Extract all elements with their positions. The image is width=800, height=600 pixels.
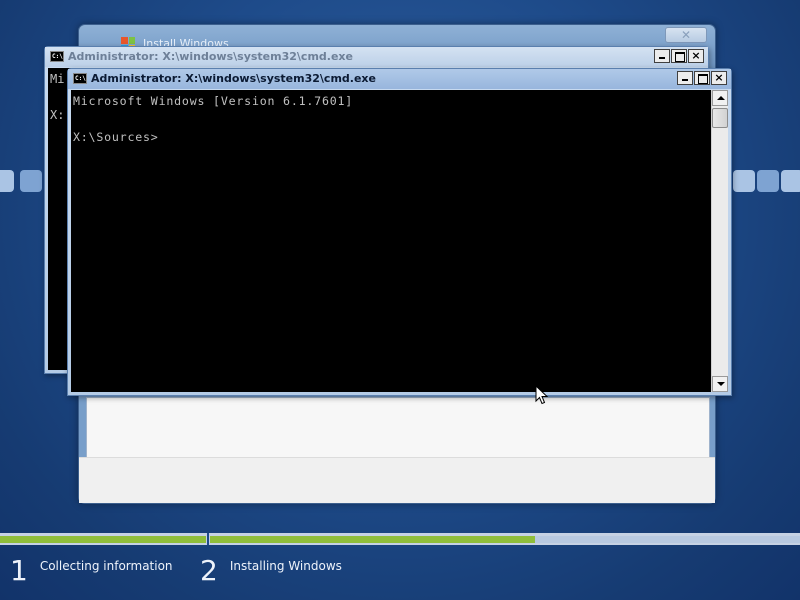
- minimize-button[interactable]: [677, 71, 693, 85]
- setup-progress-bar: [0, 533, 800, 545]
- decorative-square: [733, 170, 755, 192]
- console-area[interactable]: Microsoft Windows [Version 6.1.7601] X:\…: [71, 90, 728, 392]
- step-number: 2: [200, 554, 218, 587]
- close-button[interactable]: ✕: [665, 27, 707, 43]
- mouse-cursor-icon: [535, 385, 549, 405]
- step-label: Collecting information: [39, 559, 173, 573]
- step-collecting-information: 1 Collecting information: [10, 556, 173, 586]
- step-label: Installing Windows: [229, 559, 342, 573]
- scroll-down-icon[interactable]: [712, 376, 728, 392]
- cmd-titlebar[interactable]: C:\. Administrator: X:\windows\system32\…: [45, 47, 708, 67]
- decorative-square: [757, 170, 779, 192]
- decorative-square: [0, 170, 14, 192]
- progress-step1-fill: [0, 536, 206, 543]
- vertical-scrollbar[interactable]: [711, 90, 728, 392]
- cmd-window-title: Administrator: X:\windows\system32\cmd.e…: [91, 72, 376, 85]
- step-number: 1: [10, 554, 28, 587]
- cmd-window-front[interactable]: C:\. Administrator: X:\windows\system32\…: [67, 68, 732, 396]
- scroll-up-icon[interactable]: [712, 90, 728, 106]
- cmd-titlebar[interactable]: C:\. Administrator: X:\windows\system32\…: [68, 69, 731, 89]
- progress-step2-fill: [210, 536, 535, 543]
- close-button[interactable]: ×: [688, 49, 704, 63]
- minimize-button[interactable]: [654, 49, 670, 63]
- decorative-square: [781, 170, 800, 192]
- cmd-window-title: Administrator: X:\windows\system32\cmd.e…: [68, 50, 353, 63]
- step-installing-windows: 2 Installing Windows: [200, 556, 342, 586]
- cmd-icon[interactable]: C:\.: [50, 51, 64, 62]
- cmd-icon[interactable]: C:\.: [73, 73, 87, 84]
- console-output: Microsoft Windows [Version 6.1.7601] X:\…: [73, 94, 354, 144]
- install-footer: [79, 457, 715, 503]
- close-button[interactable]: ×: [711, 71, 727, 85]
- maximize-button[interactable]: [671, 49, 687, 63]
- progress-divider: [207, 533, 209, 545]
- scroll-thumb[interactable]: [712, 108, 728, 128]
- maximize-button[interactable]: [694, 71, 710, 85]
- decorative-square: [20, 170, 42, 192]
